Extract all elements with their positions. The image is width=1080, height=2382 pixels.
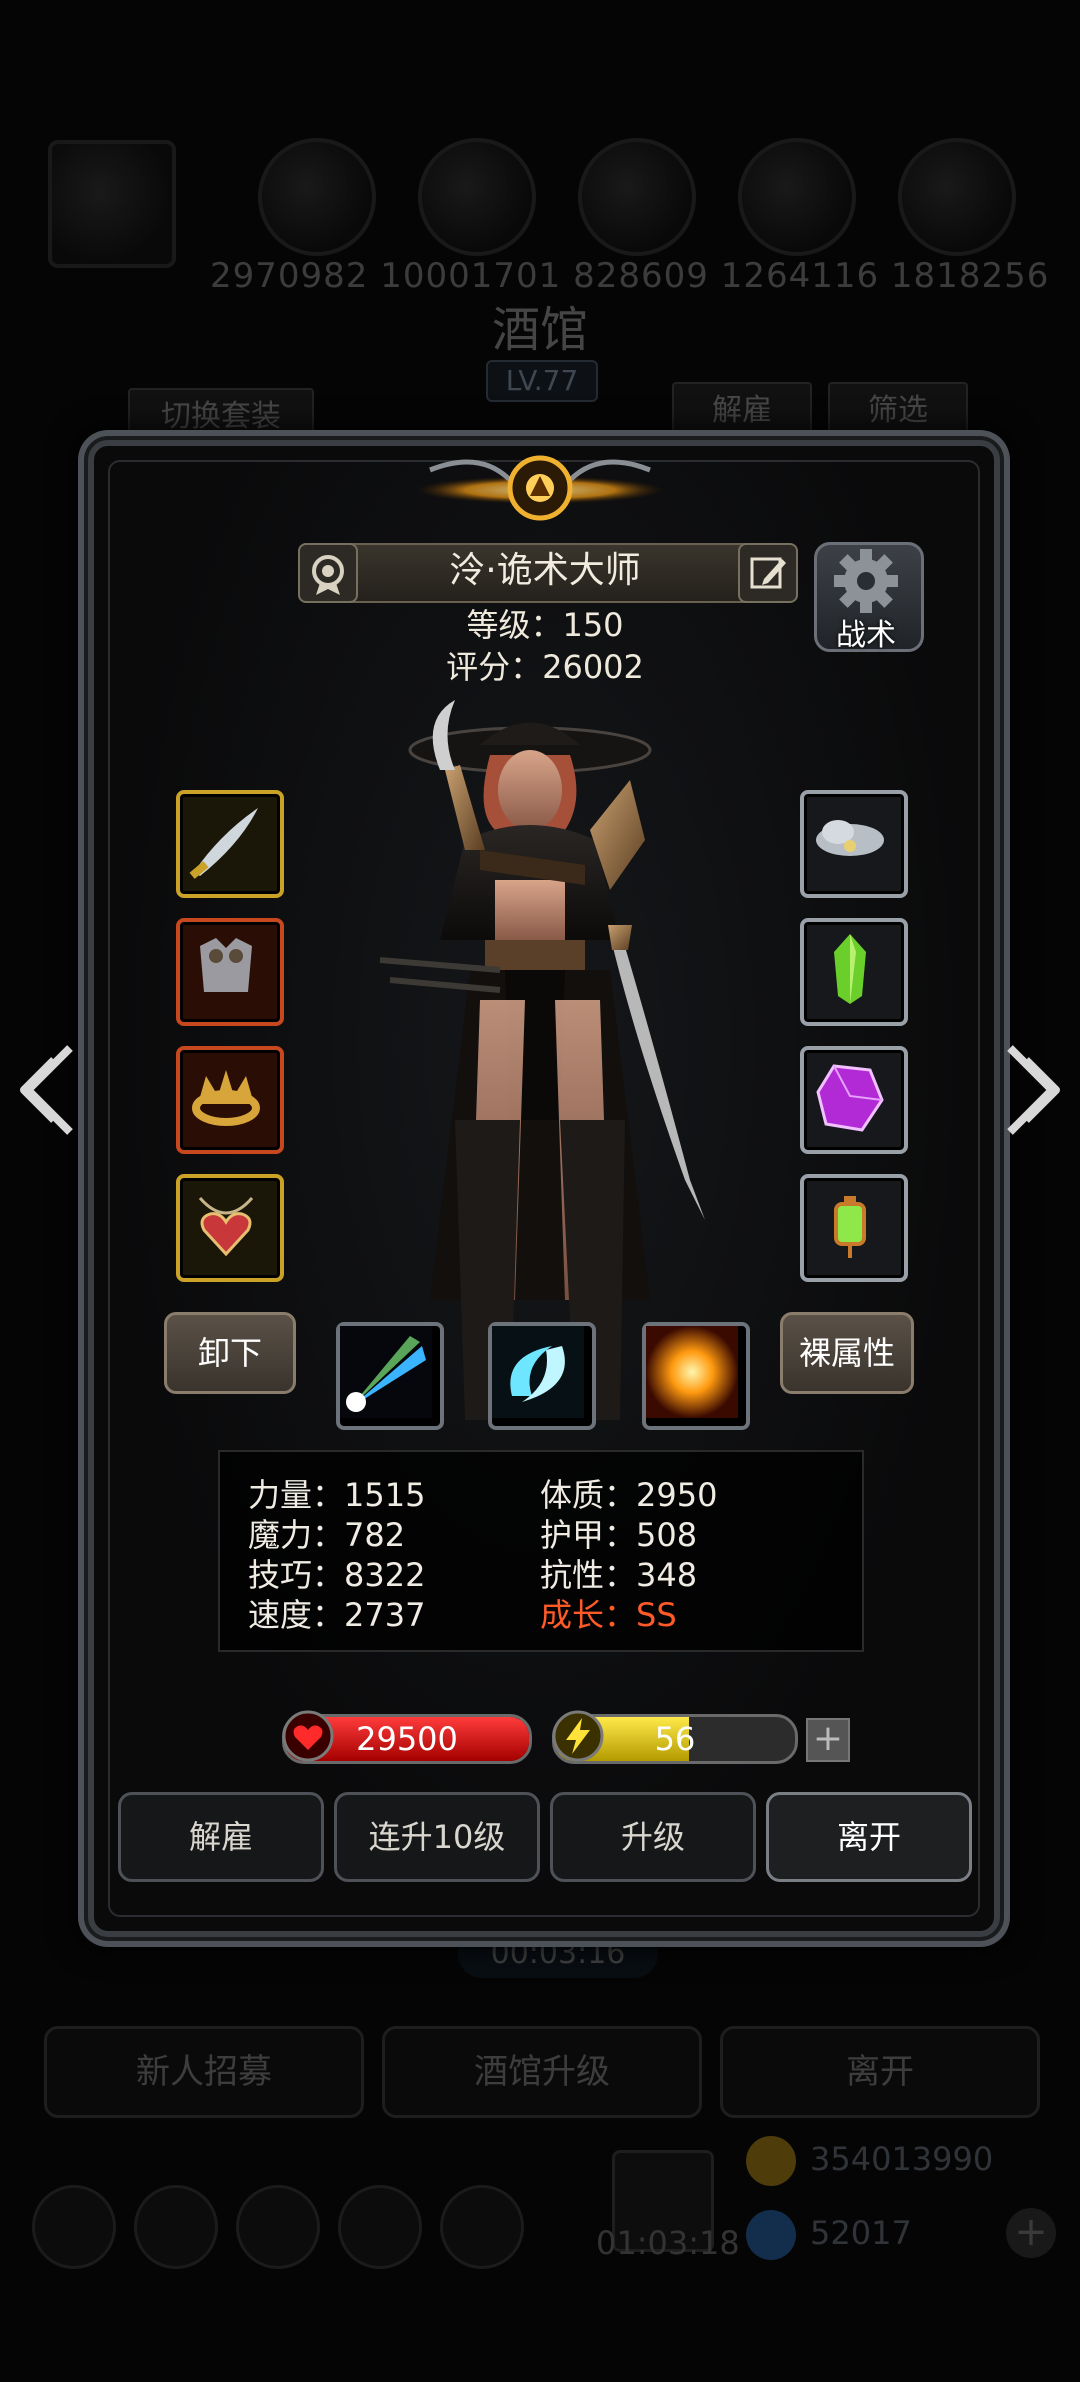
equip-lantern-slot[interactable] bbox=[800, 1174, 908, 1282]
skill-slot-2[interactable] bbox=[488, 1322, 596, 1430]
dismiss-button[interactable]: 解雇 bbox=[118, 1792, 324, 1882]
attr-speed: 速度：2737 bbox=[248, 1596, 426, 1634]
gift-timer: 01:03:18 bbox=[596, 2224, 740, 2262]
gold-amount: 354013990 bbox=[810, 2140, 994, 2178]
equip-weapon-slot[interactable] bbox=[176, 790, 284, 898]
tavern-level: LV.77 bbox=[486, 360, 598, 402]
gold-coin-icon bbox=[746, 2136, 796, 2186]
gear-icon bbox=[834, 549, 898, 613]
add-gem-button[interactable]: + bbox=[1006, 2208, 1056, 2258]
resource-orb-5 bbox=[898, 138, 1016, 256]
scimitar-icon bbox=[189, 808, 258, 879]
attr-growth: 成长：SS bbox=[540, 1596, 677, 1634]
switch-outfit-button[interactable]: 切换套装 bbox=[128, 388, 314, 446]
rename-edit-icon[interactable] bbox=[738, 543, 798, 603]
hero-name: 泠·诡术大师 bbox=[449, 550, 641, 591]
bg-dismiss-button[interactable]: 解雇 bbox=[672, 382, 812, 440]
hero-score: 评分：26002 bbox=[446, 648, 644, 686]
recruit-timer: 00:03:16 bbox=[458, 1930, 658, 1978]
light-beam-skill-icon bbox=[340, 1326, 432, 1418]
resource-orb-1 bbox=[258, 138, 376, 256]
add-energy-button[interactable]: + bbox=[806, 1718, 850, 1762]
previous-hero-arrow-icon[interactable] bbox=[14, 1040, 84, 1140]
avatar-slot bbox=[48, 140, 176, 268]
crown-icon bbox=[192, 1070, 260, 1126]
gem-icon bbox=[746, 2210, 796, 2260]
leave-button[interactable]: 离开 bbox=[766, 1792, 972, 1882]
tavern-title: 酒馆 bbox=[491, 302, 588, 358]
equip-armor-slot[interactable] bbox=[176, 918, 284, 1026]
equip-amulet-slot[interactable] bbox=[176, 1174, 284, 1282]
green-crystal-icon bbox=[834, 934, 866, 1004]
level-up-10-button[interactable]: 连升10级 bbox=[334, 1792, 540, 1882]
recruit-button[interactable]: 新人招募 bbox=[44, 2026, 364, 2118]
chest-armor-icon bbox=[200, 938, 252, 992]
hero-level: 等级：150 bbox=[466, 606, 624, 644]
bg-leave-button[interactable]: 离开 bbox=[720, 2026, 1040, 2118]
heart-amulet-icon bbox=[198, 1197, 254, 1257]
resource-orb-2 bbox=[418, 138, 536, 256]
skill-slot-3[interactable] bbox=[642, 1322, 750, 1430]
skill-slot-1[interactable] bbox=[336, 1322, 444, 1430]
bg-filter-button[interactable]: 筛选 bbox=[828, 382, 968, 440]
equip-cloud-slot[interactable] bbox=[800, 790, 908, 898]
storm-cloud-icon bbox=[816, 820, 884, 856]
whirlwind-skill-icon bbox=[492, 1326, 584, 1418]
purple-gem-icon bbox=[816, 1064, 884, 1132]
tactics-label: 战术 bbox=[836, 618, 896, 653]
upgrade-button[interactable]: 升级 bbox=[550, 1792, 756, 1882]
equip-gem-slot[interactable] bbox=[800, 1046, 908, 1154]
attributes-panel: 力量：1515 魔力：782 技巧：8322 速度：2737 体质：2950 护… bbox=[218, 1450, 864, 1652]
menu-icon-3[interactable] bbox=[236, 2185, 320, 2269]
upgrade-tavern-button[interactable]: 酒馆升级 bbox=[382, 2026, 702, 2118]
heart-icon bbox=[282, 1710, 334, 1762]
equip-helmet-slot[interactable] bbox=[176, 1046, 284, 1154]
resource-orb-4 bbox=[738, 138, 856, 256]
crest-emblem-icon bbox=[415, 455, 665, 521]
unequip-button[interactable]: 卸下 bbox=[164, 1312, 296, 1394]
menu-icon-1[interactable] bbox=[32, 2185, 116, 2269]
menu-icon-5[interactable] bbox=[440, 2185, 524, 2269]
lantern-icon bbox=[834, 1196, 866, 1258]
menu-icon-2[interactable] bbox=[134, 2185, 218, 2269]
resource-orb-3 bbox=[578, 138, 696, 256]
gem-amount: 52017 bbox=[810, 2214, 912, 2252]
base-attributes-button[interactable]: 裸属性 bbox=[780, 1312, 914, 1394]
lightning-icon bbox=[552, 1710, 604, 1762]
fire-blast-skill-icon bbox=[646, 1326, 738, 1418]
menu-icon-4[interactable] bbox=[338, 2185, 422, 2269]
next-hero-arrow-icon[interactable] bbox=[996, 1040, 1066, 1140]
equip-potion-slot[interactable] bbox=[800, 918, 908, 1026]
